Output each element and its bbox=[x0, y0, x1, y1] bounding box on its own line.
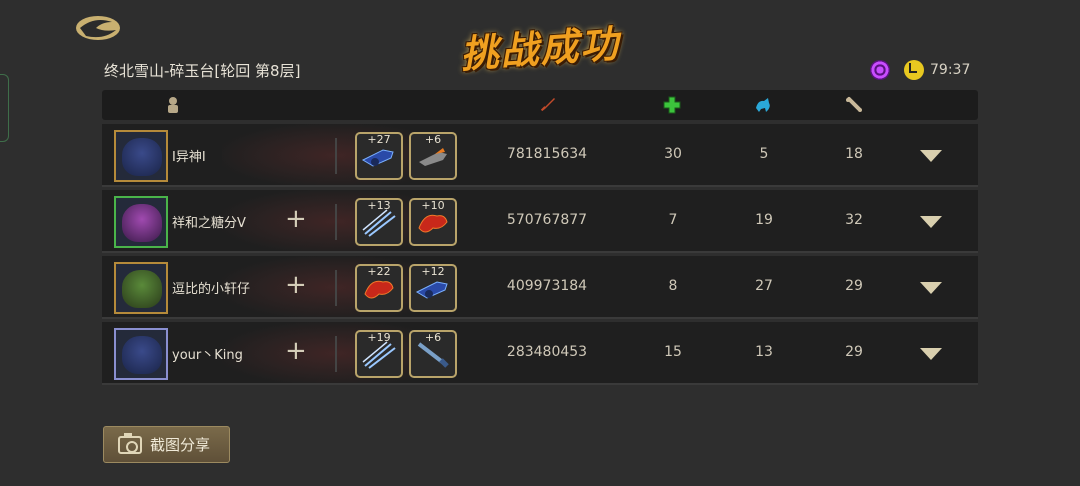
side-tab[interactable] bbox=[0, 74, 9, 142]
power-score: 570767877 bbox=[506, 212, 588, 228]
weapon-slot[interactable]: +27 bbox=[355, 132, 403, 180]
divider bbox=[335, 204, 337, 240]
player-avatar[interactable] bbox=[114, 130, 168, 182]
blue-beast-icon bbox=[756, 98, 770, 112]
heal-count: 30 bbox=[664, 146, 682, 162]
player-name: 逗比的小轩仔 bbox=[172, 282, 251, 297]
weapon-slot[interactable]: +12 bbox=[409, 264, 457, 312]
clock-icon bbox=[904, 60, 924, 80]
summon-count: 19 bbox=[755, 212, 773, 228]
location-label: 终北雪山-碎玉台[轮回 第8层] bbox=[104, 62, 301, 80]
chevron-down-icon[interactable] bbox=[920, 150, 942, 162]
bone-count: 29 bbox=[845, 344, 863, 360]
add-friend-button[interactable]: + bbox=[285, 272, 307, 298]
divider bbox=[335, 336, 337, 372]
weapon-slot[interactable]: +19 bbox=[355, 330, 403, 378]
heal-count: 7 bbox=[668, 212, 678, 228]
summon-count: 27 bbox=[755, 278, 773, 294]
power-score: 409973184 bbox=[506, 278, 588, 294]
bone-count: 29 bbox=[845, 278, 863, 294]
green-plus-icon bbox=[663, 96, 681, 114]
share-screenshot-button[interactable]: 截图分享 bbox=[103, 426, 230, 463]
player-name: 祥和之糖分V bbox=[172, 216, 246, 231]
player-name: I异神I bbox=[172, 150, 206, 165]
bone-count: 32 bbox=[845, 212, 863, 228]
weapon-slot[interactable]: +13 bbox=[355, 198, 403, 246]
power-score: 781815634 bbox=[506, 146, 588, 162]
heal-count: 15 bbox=[664, 344, 682, 360]
player-row[interactable]: 祥和之糖分V + +13 +10 570767877 7 19 32 bbox=[102, 190, 978, 253]
summon-count: 5 bbox=[759, 146, 769, 162]
weapon-slot[interactable]: +10 bbox=[409, 198, 457, 246]
spiral-icon bbox=[870, 60, 890, 80]
chevron-down-icon[interactable] bbox=[920, 282, 942, 294]
add-friend-button[interactable]: + bbox=[285, 338, 307, 364]
page-title: 挑战成功 bbox=[458, 21, 622, 77]
weapon-slot[interactable]: +22 bbox=[355, 264, 403, 312]
sword-icon bbox=[540, 98, 555, 112]
player-row[interactable]: your丶King + +19 +6 283480453 15 13 29 bbox=[102, 322, 978, 385]
chevron-down-icon[interactable] bbox=[920, 216, 942, 228]
player-icon bbox=[168, 97, 178, 113]
player-row[interactable]: I异神I +27 +6 781815634 30 5 18 bbox=[102, 124, 978, 187]
camera-icon bbox=[118, 432, 142, 454]
heal-count: 8 bbox=[668, 278, 678, 294]
player-avatar[interactable] bbox=[114, 262, 168, 314]
chevron-down-icon[interactable] bbox=[920, 348, 942, 360]
divider bbox=[335, 138, 337, 174]
summon-count: 13 bbox=[755, 344, 773, 360]
timer-text: 79:37 bbox=[930, 62, 971, 78]
share-button-label: 截图分享 bbox=[150, 436, 211, 454]
table-header bbox=[102, 90, 978, 120]
bone-icon bbox=[846, 97, 862, 112]
weapon-slot[interactable]: +6 bbox=[409, 132, 457, 180]
player-avatar[interactable] bbox=[114, 196, 168, 248]
add-friend-button[interactable]: + bbox=[285, 206, 307, 232]
player-name: your丶King bbox=[172, 348, 243, 363]
power-score: 283480453 bbox=[506, 344, 588, 360]
divider bbox=[335, 270, 337, 306]
weapon-slot[interactable]: +6 bbox=[409, 330, 457, 378]
bone-count: 18 bbox=[845, 146, 863, 162]
back-icon[interactable] bbox=[74, 12, 122, 42]
status-area: 79:37 bbox=[870, 60, 970, 80]
player-row[interactable]: 逗比的小轩仔 + +22 +12 409973184 8 27 29 bbox=[102, 256, 978, 319]
player-avatar[interactable] bbox=[114, 328, 168, 380]
